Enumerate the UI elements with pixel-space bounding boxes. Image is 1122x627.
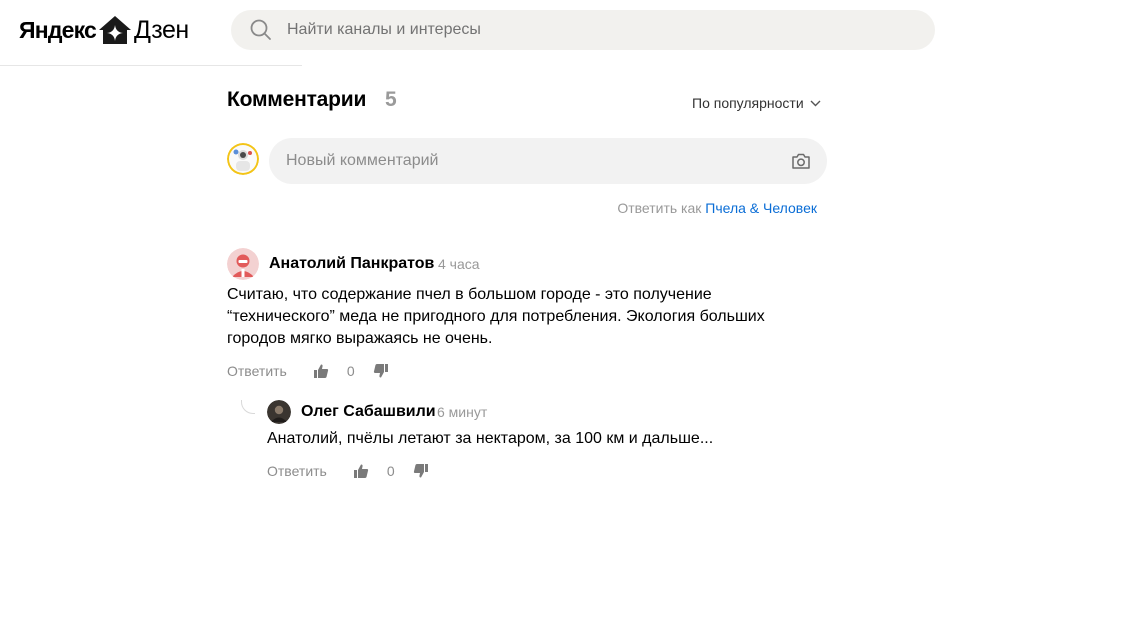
chevron-down-icon <box>810 100 821 106</box>
vote-count: 0 <box>386 463 395 479</box>
header: Яндекс Дзен Найти каналы и интересы <box>0 0 1122 66</box>
comment-actions: Ответить 0 <box>227 363 389 379</box>
search-icon <box>250 19 271 40</box>
header-divider <box>0 65 302 66</box>
comment-time: 6 минут <box>437 404 488 420</box>
reply-as-prefix: Ответить как <box>617 200 702 216</box>
reply-button[interactable]: Ответить <box>227 363 287 379</box>
logo-yandex-text: Яндекс <box>19 16 97 43</box>
reply-button[interactable]: Ответить <box>267 463 327 479</box>
thumbs-up-icon[interactable] <box>353 463 369 479</box>
search-placeholder: Найти каналы и интересы <box>287 21 481 38</box>
reply-as-line: Ответить как Пчела & Человек <box>617 200 817 216</box>
comment-text: Анатолий, пчёлы летают за нектаром, за 1… <box>267 430 714 447</box>
thumbs-down-icon[interactable] <box>373 363 389 379</box>
comment-author[interactable]: Анатолий Панкратов <box>269 255 434 273</box>
thread-connector <box>241 400 255 414</box>
house-star-icon <box>99 16 132 44</box>
sort-dropdown[interactable]: По популярности <box>692 95 821 111</box>
new-comment-input[interactable]: Новый комментарий <box>269 138 827 184</box>
thumbs-up-icon[interactable] <box>313 363 329 379</box>
comment-text: Считаю, что содержание пчел в большом го… <box>227 286 765 347</box>
avatar[interactable] <box>227 248 259 280</box>
comments-count: 5 <box>385 88 397 111</box>
thumbs-down-icon[interactable] <box>413 463 429 479</box>
logo-dzen-text: Дзен <box>134 15 189 44</box>
camera-icon[interactable] <box>791 152 811 170</box>
avatar[interactable] <box>227 143 259 175</box>
avatar[interactable] <box>267 400 291 424</box>
vote-count: 0 <box>346 363 355 379</box>
comment-time: 4 часа <box>438 256 480 272</box>
search-input[interactable]: Найти каналы и интересы <box>231 10 935 50</box>
sort-label: По популярности <box>692 95 804 111</box>
yandex-dzen-logo[interactable]: Яндекс Дзен <box>19 14 189 46</box>
new-comment-placeholder: Новый комментарий <box>286 152 439 169</box>
comment-actions: Ответить 0 <box>267 463 429 479</box>
comments-title: Комментарии <box>227 88 367 111</box>
comment-author[interactable]: Олег Сабашвили <box>301 403 436 421</box>
reply-as-channel-link[interactable]: Пчела & Человек <box>705 200 817 216</box>
